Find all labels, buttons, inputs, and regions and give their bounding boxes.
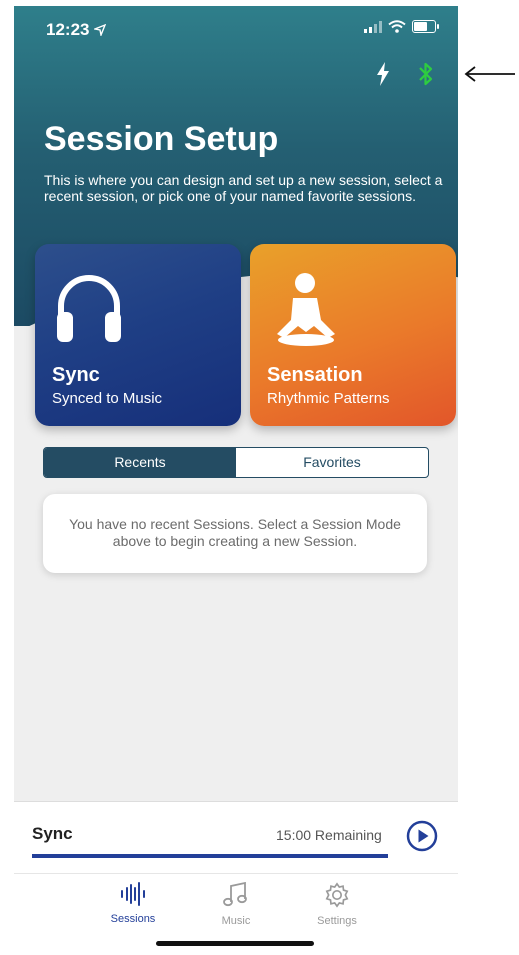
sync-mode-card[interactable]: Sync Synced to Music bbox=[35, 244, 241, 426]
tab-music[interactable]: Music bbox=[201, 881, 271, 927]
player-remaining: 15:00 Remaining bbox=[276, 827, 382, 843]
headphones-icon bbox=[57, 275, 121, 342]
page-title: Session Setup bbox=[44, 120, 279, 158]
gear-icon bbox=[325, 882, 349, 908]
sensation-mode-card[interactable]: Sensation Rhythmic Patterns bbox=[250, 244, 456, 426]
sensation-card-title: Sensation bbox=[267, 364, 363, 386]
wifi-icon bbox=[388, 20, 406, 33]
player-progress-bar bbox=[32, 854, 388, 858]
status-icons bbox=[364, 20, 439, 33]
player-title: Sync bbox=[32, 824, 73, 843]
sync-card-title: Sync bbox=[52, 364, 100, 386]
sensation-card-subtitle: Rhythmic Patterns bbox=[267, 390, 390, 407]
music-note-icon bbox=[223, 881, 247, 907]
tab-sessions-label: Sessions bbox=[110, 913, 156, 925]
page-subtitle: This is where you can design and set up … bbox=[44, 172, 443, 204]
empty-state-message: You have no recent Sessions. Select a Se… bbox=[69, 516, 401, 549]
waveform-icon bbox=[121, 882, 145, 906]
sync-card-subtitle: Synced to Music bbox=[52, 390, 163, 407]
tab-settings-label: Settings bbox=[317, 915, 357, 927]
mini-player[interactable]: Sync 15:00 Remaining bbox=[14, 801, 458, 874]
bluetooth-icon[interactable] bbox=[418, 62, 434, 86]
tab-sessions[interactable]: Sessions bbox=[98, 882, 168, 925]
session-segmented-control: Recents Favorites bbox=[43, 447, 429, 478]
header-actions bbox=[376, 62, 434, 86]
tab-bar: Sessions Music Settings bbox=[14, 873, 458, 955]
tab-favorites[interactable]: Favorites bbox=[236, 448, 428, 477]
tab-music-label: Music bbox=[221, 915, 251, 927]
empty-state-card: You have no recent Sessions. Select a Se… bbox=[43, 494, 427, 573]
tab-recents[interactable]: Recents bbox=[44, 448, 236, 477]
status-bar: 12:23 bbox=[14, 6, 458, 50]
status-time: 12:23 bbox=[46, 20, 107, 40]
tab-settings[interactable]: Settings bbox=[302, 882, 372, 927]
app-screen: 12:23 Session Setup This is where you ca… bbox=[14, 6, 458, 955]
battery-icon bbox=[412, 20, 439, 33]
home-indicator bbox=[156, 941, 314, 946]
play-icon[interactable] bbox=[406, 820, 438, 852]
meditation-icon bbox=[277, 273, 335, 346]
signal-icon bbox=[364, 20, 382, 33]
location-arrow-icon bbox=[92, 23, 107, 38]
annotation-arrow bbox=[464, 66, 515, 82]
bolt-icon[interactable] bbox=[376, 62, 390, 86]
player-progress-fill bbox=[32, 854, 388, 858]
